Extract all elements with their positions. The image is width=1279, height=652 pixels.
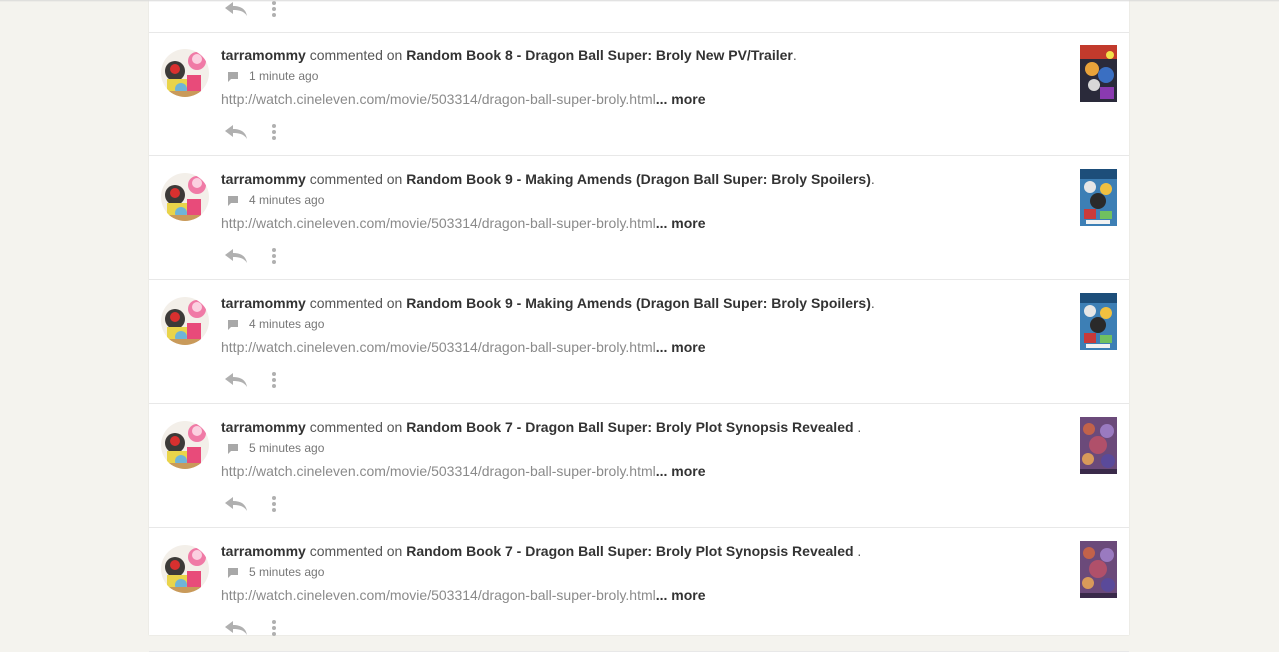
avatar[interactable] [161,545,209,593]
username-link[interactable]: tarramommy [221,543,306,559]
avatar[interactable] [161,49,209,97]
story-link[interactable]: Random Book 7 - Dragon Ball Super: Broly… [406,543,857,559]
more-vertical-icon[interactable] [271,619,277,637]
headline-suffix: . [857,419,862,435]
username-link[interactable]: tarramommy [221,419,306,435]
avatar[interactable] [161,421,209,469]
story-cover-thumbnail[interactable] [1080,417,1117,474]
more-vertical-icon[interactable] [271,495,277,513]
story-link[interactable]: Random Book 9 - Making Amends (Dragon Ba… [406,295,871,311]
username-link[interactable]: tarramommy [221,47,306,63]
item-actions [223,369,277,391]
avatar[interactable] [161,297,209,345]
activity-verb: commented on [305,171,407,187]
item-actions [223,493,277,515]
feed-item-1: tarramommy commented on Random Book 8 - … [149,33,1129,156]
activity-verb: commented on [305,295,407,311]
activity-verb: commented on [305,419,407,435]
activity-meta: 1 minute ago [221,69,318,83]
reply-icon[interactable] [223,371,249,389]
reply-icon[interactable] [223,247,249,265]
feed-item-2: tarramommy commented on Random Book 9 - … [149,157,1129,280]
activity-headline: tarramommy commented on Random Book 9 - … [221,295,875,311]
story-cover-thumbnail[interactable] [1080,293,1117,350]
comment-text: http://watch.cineleven.com/movie/503314/… [221,91,656,107]
activity-verb: commented on [305,47,407,63]
activity-meta: 4 minutes ago [221,317,324,331]
comment-icon [228,320,238,330]
reply-icon[interactable] [223,123,249,141]
more-link[interactable]: ... more [656,215,706,231]
reply-icon[interactable] [223,495,249,513]
timestamp: 5 minutes ago [249,565,325,579]
headline-suffix: . [857,543,862,559]
activity-meta: 5 minutes ago [221,441,324,455]
story-cover-thumbnail[interactable] [1080,45,1117,102]
reply-icon[interactable] [223,0,249,18]
activity-headline: tarramommy commented on Random Book 7 - … [221,419,861,435]
comment-snippet: http://watch.cineleven.com/movie/503314/… [221,587,706,603]
item-actions [223,0,277,20]
item-actions [223,617,277,639]
comment-icon [228,196,238,206]
feed-item-partial [149,0,1129,33]
top-edge-shadow [0,0,1279,2]
feed-item-5: tarramommy commented on Random Book 7 - … [149,529,1129,652]
activity-meta: 5 minutes ago [221,565,324,579]
username-link[interactable]: tarramommy [221,171,306,187]
comment-snippet: http://watch.cineleven.com/movie/503314/… [221,215,706,231]
activity-headline: tarramommy commented on Random Book 7 - … [221,543,861,559]
more-vertical-icon[interactable] [271,123,277,141]
timestamp: 4 minutes ago [249,317,325,331]
headline-suffix: . [870,295,875,311]
story-link[interactable]: Random Book 8 - Dragon Ball Super: Broly… [406,47,793,63]
activity-meta: 4 minutes ago [221,193,324,207]
headline-suffix: . [792,47,797,63]
item-actions [223,121,277,143]
more-vertical-icon[interactable] [271,247,277,265]
more-link[interactable]: ... more [656,339,706,355]
more-link[interactable]: ... more [656,91,706,107]
username-link[interactable]: tarramommy [221,295,306,311]
comment-snippet: http://watch.cineleven.com/movie/503314/… [221,91,706,107]
comment-snippet: http://watch.cineleven.com/movie/503314/… [221,463,706,479]
activity-feed: tarramommy commented on Random Book 8 - … [149,0,1129,652]
reply-icon[interactable] [223,619,249,637]
comment-text: http://watch.cineleven.com/movie/503314/… [221,339,656,355]
comment-text: http://watch.cineleven.com/movie/503314/… [221,587,656,603]
activity-verb: commented on [305,543,407,559]
feed-item-3: tarramommy commented on Random Book 9 - … [149,281,1129,404]
story-cover-thumbnail[interactable] [1080,169,1117,226]
activity-headline: tarramommy commented on Random Book 9 - … [221,171,875,187]
item-actions [223,245,277,267]
comment-icon [228,72,238,82]
activity-headline: tarramommy commented on Random Book 8 - … [221,47,797,63]
comment-text: http://watch.cineleven.com/movie/503314/… [221,215,656,231]
avatar[interactable] [161,173,209,221]
timestamp: 4 minutes ago [249,193,325,207]
story-link[interactable]: Random Book 9 - Making Amends (Dragon Ba… [406,171,871,187]
timestamp: 5 minutes ago [249,441,325,455]
story-cover-thumbnail[interactable] [1080,541,1117,598]
comment-snippet: http://watch.cineleven.com/movie/503314/… [221,339,706,355]
feed-item-4: tarramommy commented on Random Book 7 - … [149,405,1129,528]
more-vertical-icon[interactable] [271,371,277,389]
more-vertical-icon[interactable] [271,0,277,18]
timestamp: 1 minute ago [249,69,319,83]
comment-icon [228,444,238,454]
more-link[interactable]: ... more [656,587,706,603]
more-link[interactable]: ... more [656,463,706,479]
comment-text: http://watch.cineleven.com/movie/503314/… [221,463,656,479]
headline-suffix: . [870,171,875,187]
comment-icon [228,568,238,578]
story-link[interactable]: Random Book 7 - Dragon Ball Super: Broly… [406,419,857,435]
